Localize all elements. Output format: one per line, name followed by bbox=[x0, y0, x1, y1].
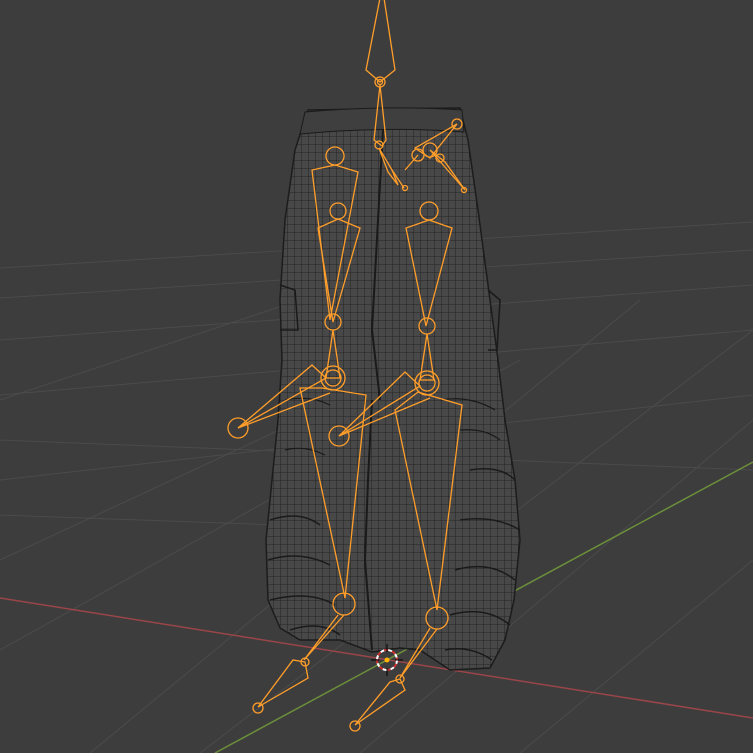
3d-viewport[interactable] bbox=[0, 0, 753, 753]
viewport-canvas[interactable] bbox=[0, 0, 753, 753]
